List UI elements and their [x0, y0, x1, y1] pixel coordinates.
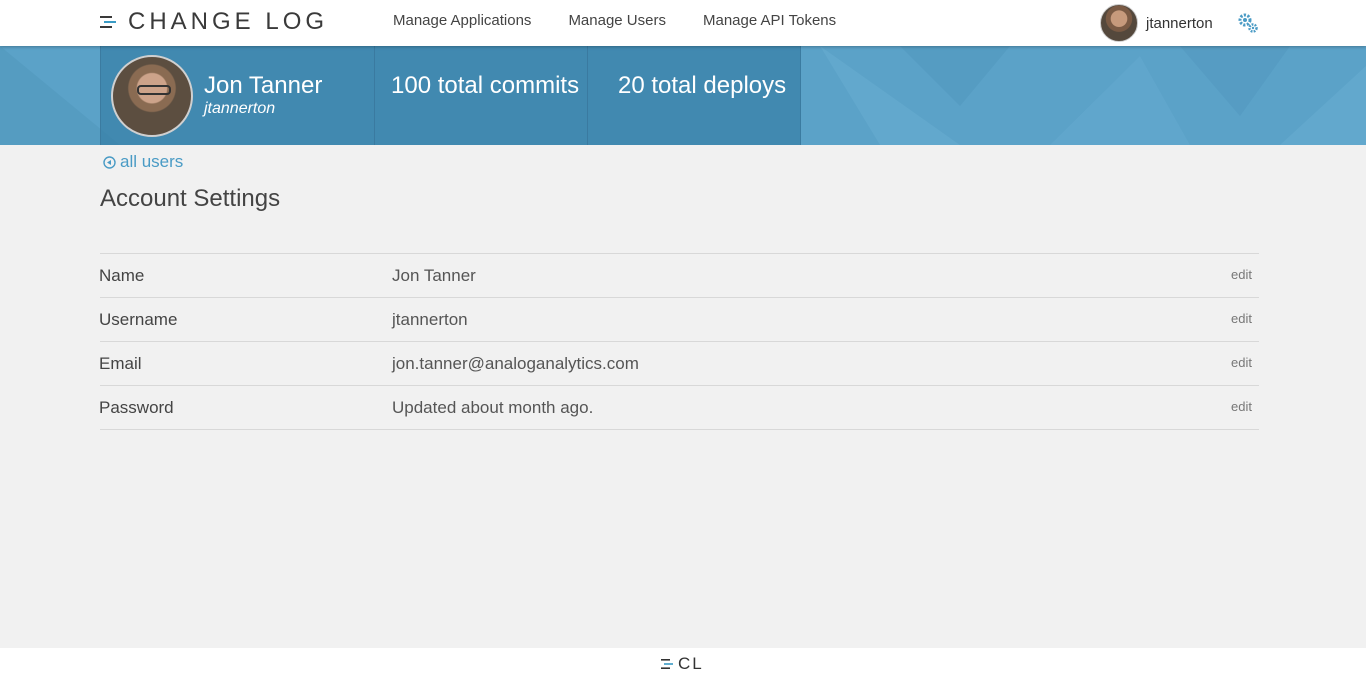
settings-row-name: Name Jon Tanner edit: [99, 254, 1259, 298]
gear-icon[interactable]: [1237, 12, 1259, 34]
profile-avatar: [111, 55, 193, 137]
edit-name-button[interactable]: edit: [1231, 267, 1252, 282]
row-label: Email: [99, 354, 142, 373]
row-value: jon.tanner@analoganalytics.com: [392, 354, 639, 373]
row-value: jtannerton: [392, 310, 468, 329]
settings-row-username: Username jtannerton edit: [99, 298, 1259, 342]
changelog-logo-icon: [661, 659, 673, 669]
main-nav: Manage Applications Manage Users Manage …: [393, 12, 873, 29]
circle-arrow-left-icon: [103, 155, 116, 169]
top-navbar: CHANGE LOG Manage Applications Manage Us…: [0, 0, 1366, 46]
deploys-stat: 20 total deploys: [588, 46, 800, 145]
commits-stat: 100 total commits: [375, 46, 588, 145]
page-title: Account Settings: [100, 185, 281, 212]
settings-row-password: Password Updated about month ago. edit: [99, 386, 1259, 430]
footer-brand: CL: [678, 654, 704, 673]
settings-row-email: Email jon.tanner@analoganalytics.com edi…: [99, 342, 1259, 386]
row-value: Updated about month ago.: [392, 398, 594, 417]
nav-manage-api-tokens[interactable]: Manage API Tokens: [703, 12, 836, 29]
nav-manage-applications[interactable]: Manage Applications: [393, 12, 531, 29]
edit-username-button[interactable]: edit: [1231, 311, 1252, 326]
footer: CL: [0, 648, 1366, 678]
row-label: Name: [99, 266, 145, 285]
profile-banner: Jon Tanner jtannerton 100 total commits …: [0, 46, 1366, 145]
profile-cell: Jon Tanner jtannerton: [101, 46, 375, 145]
commits-count: 100 total commits: [391, 72, 580, 99]
edit-email-button[interactable]: edit: [1231, 355, 1252, 370]
all-users-link[interactable]: all users: [103, 152, 183, 172]
row-label: Password: [99, 398, 174, 417]
profile-name: Jon Tanner: [204, 72, 323, 99]
all-users-label[interactable]: all users: [120, 152, 183, 172]
avatar-glasses: [137, 85, 171, 95]
row-label: Username: [99, 310, 178, 329]
changelog-logo-icon: [100, 16, 116, 28]
account-settings-table: Name Jon Tanner edit Username jtannerton…: [99, 253, 1259, 430]
profile-handle: jtannerton: [204, 100, 276, 117]
profile-stats-card: Jon Tanner jtannerton 100 total commits …: [100, 46, 801, 145]
nav-manage-users[interactable]: Manage Users: [568, 12, 666, 29]
edit-password-button[interactable]: edit: [1231, 399, 1252, 414]
user-menu[interactable]: jtannerton: [1100, 4, 1213, 42]
deploys-count: 20 total deploys: [618, 72, 787, 99]
footer-logo[interactable]: CL: [661, 654, 704, 674]
brand-logo[interactable]: CHANGE LOG: [100, 8, 329, 35]
brand-name: CHANGE LOG: [128, 8, 329, 35]
nav-username[interactable]: jtannerton: [1146, 15, 1213, 32]
row-value: Jon Tanner: [392, 266, 476, 285]
avatar[interactable]: [1100, 4, 1138, 42]
